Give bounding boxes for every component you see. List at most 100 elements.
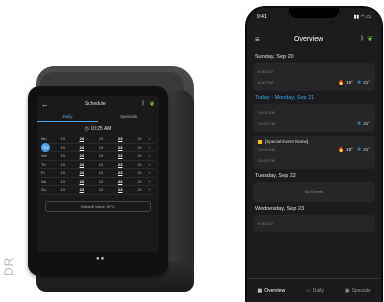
special-event-card[interactable]: [Special Event Name] 10:00 AM 🔥 19° ❄ 21° … [253, 136, 375, 169]
schedule-value: 19 [60, 187, 65, 193]
status-clock: 9:41 [257, 14, 267, 20]
bluetooth-icon: ᛒ [360, 36, 365, 42]
day-label: Tu [41, 142, 50, 152]
schedule-grid-row[interactable]: Tu 19 23 19 23 19 › [41, 142, 155, 152]
schedule-row: 12:00 PM [258, 155, 370, 166]
phone: 9:41 ▮▮ ◠ ▭ ≡ Overview ᛒ ❦ Sunday, Sep 2… [245, 6, 383, 302]
chevron-right-icon: › [149, 187, 151, 193]
nav-label: Overview [264, 287, 286, 294]
app-bar: ≡ Overview ᛒ ❦ [247, 28, 381, 50]
thermostat-header: ← Schedule ᛒ ❦ [37, 96, 159, 112]
schedule-grid: Mo 19 23 19 23 19 › Tu 19 23 19 23 19 › We 19 23 19 23 19 › T… [37, 135, 159, 195]
schedule-value: 23 [117, 161, 123, 167]
schedule-value: 19 [98, 144, 104, 150]
schedule-value: 19 [60, 178, 65, 184]
schedule-grid-row[interactable]: We 19 23 19 23 19 › [41, 152, 155, 161]
schedule-card[interactable]: 6:00 AM [253, 215, 375, 232]
schedule-value: 23 [79, 170, 85, 176]
calendar-icon: ▭ [306, 287, 311, 294]
schedule-value: 19 [137, 144, 142, 150]
schedule-value: 19 [60, 153, 65, 159]
day-label: Su [41, 187, 46, 193]
vertical-brand-text: DR [2, 256, 16, 276]
section-title: Sunday, Sep 20 [255, 54, 294, 60]
section-title: Wednesday, Sep 23 [255, 206, 305, 212]
schedule-value: 19 [98, 178, 104, 184]
schedule-value: 19 [98, 161, 104, 167]
thermostat-tabs: Daily Specials [37, 112, 159, 122]
schedule-value: 19 [137, 153, 142, 159]
tab-daily[interactable]: Daily [37, 112, 98, 122]
schedule-value: 19 [98, 170, 104, 176]
empty-card: No Events [253, 182, 375, 202]
cool-temp: 21° [363, 147, 370, 152]
start-time: 10:00 AM [258, 147, 275, 152]
back-arrow-icon[interactable]: ← [41, 100, 49, 109]
schedule-row: 6:00 AM [258, 66, 370, 77]
schedule-grid-row[interactable]: Th 19 23 19 23 19 › [41, 161, 155, 169]
schedule-value: 23 [117, 187, 123, 193]
schedule-value: 23 [79, 187, 85, 193]
schedule-value: 23 [79, 178, 85, 184]
chevron-right-icon: › [149, 170, 151, 176]
day-label: Fr [41, 170, 45, 176]
product-showcase: DR ← Schedule ᛒ ❦ Daily Specials ◷ 10:25… [0, 0, 384, 302]
schedule-value: 23 [79, 144, 85, 150]
page-dots: ●● [96, 256, 106, 262]
schedule-value: 19 [60, 170, 65, 176]
schedule-row: 10:00 PM ❄ 21° [258, 118, 370, 129]
default-value-button[interactable]: Default Value 19°C [45, 200, 151, 212]
day-label: Th [41, 161, 46, 167]
heat-temp: 19° [346, 147, 353, 152]
schedule-value: 23 [79, 136, 85, 142]
schedule-row: 6:00 PM 🔥 19° ❄ 21° [258, 77, 370, 88]
grid-icon: ▦ [257, 287, 263, 294]
end-time: 6:00 PM [258, 80, 273, 85]
event-color-marker [258, 139, 262, 144]
schedule-row: 10:00 AM [258, 107, 370, 118]
nav-specials[interactable]: ▣ Specials [345, 288, 371, 294]
leaf-icon: ❦ [367, 36, 373, 43]
schedule-value: 19 [98, 153, 104, 159]
thermostat-screen: ← Schedule ᛒ ❦ Daily Specials ◷ 10:25 AM… [37, 96, 159, 252]
status-icons: ▮▮ ◠ ▭ [353, 14, 371, 20]
thermostat-time: ◷ 10:25 AM [84, 126, 112, 132]
nav-daily[interactable]: ▭ Daily [306, 288, 324, 294]
tab-specials[interactable]: Specials [98, 112, 159, 122]
flame-icon: 🔥 [337, 79, 345, 86]
start-time: 6:00 AM [258, 69, 273, 74]
phone-notch [289, 8, 339, 18]
cool-icon: ❄ [356, 79, 362, 86]
cool-icon: ❄ [356, 120, 362, 127]
schedule-value: 23 [79, 161, 85, 167]
heat-temp: 19° [346, 80, 353, 85]
schedule-value: 23 [79, 153, 85, 159]
schedule-grid-row[interactable]: Fr 19 23 19 23 19 › [41, 169, 155, 178]
cool-temp: 21° [363, 121, 370, 126]
day-label: We [41, 153, 47, 159]
flame-icon: 🔥 [337, 146, 345, 153]
chevron-right-icon: › [149, 136, 151, 142]
schedule-value: 23 [117, 144, 123, 150]
time-value: 10:25 AM [90, 126, 112, 132]
nav-overview[interactable]: ▦ Overview [257, 288, 285, 294]
day-label: Sa [41, 178, 46, 184]
day-label: Mo [41, 136, 47, 142]
schedule-value: 23 [117, 170, 123, 176]
nav-label: Specials [351, 287, 371, 294]
schedule-grid-row[interactable]: Mo 19 23 19 23 19 › [41, 135, 155, 144]
schedule-row: 6:00 AM [258, 218, 370, 229]
schedule-card[interactable]: 6:00 AM 6:00 PM 🔥 19° ❄ 21° [253, 63, 375, 91]
cool-temp: 21° [363, 80, 370, 85]
schedule-value: 19 [60, 136, 65, 142]
schedule-value: 19 [137, 187, 142, 193]
schedule-grid-row[interactable]: Su 19 23 19 23 19 › [41, 186, 155, 195]
end-time: 12:00 PM [258, 158, 276, 163]
schedule-grid-row[interactable]: Sa 19 23 19 23 19 › [41, 178, 155, 186]
schedule-card[interactable]: 10:00 AM 10:00 PM ❄ 21° [253, 104, 375, 132]
bottom-nav: ▦ Overview ▭ Daily ▣ Specials [247, 278, 381, 302]
cool-icon: ❄ [356, 146, 362, 153]
thermostat-side [166, 90, 194, 280]
schedule-value: 23 [117, 153, 123, 159]
schedule-value: 19 [137, 161, 142, 167]
